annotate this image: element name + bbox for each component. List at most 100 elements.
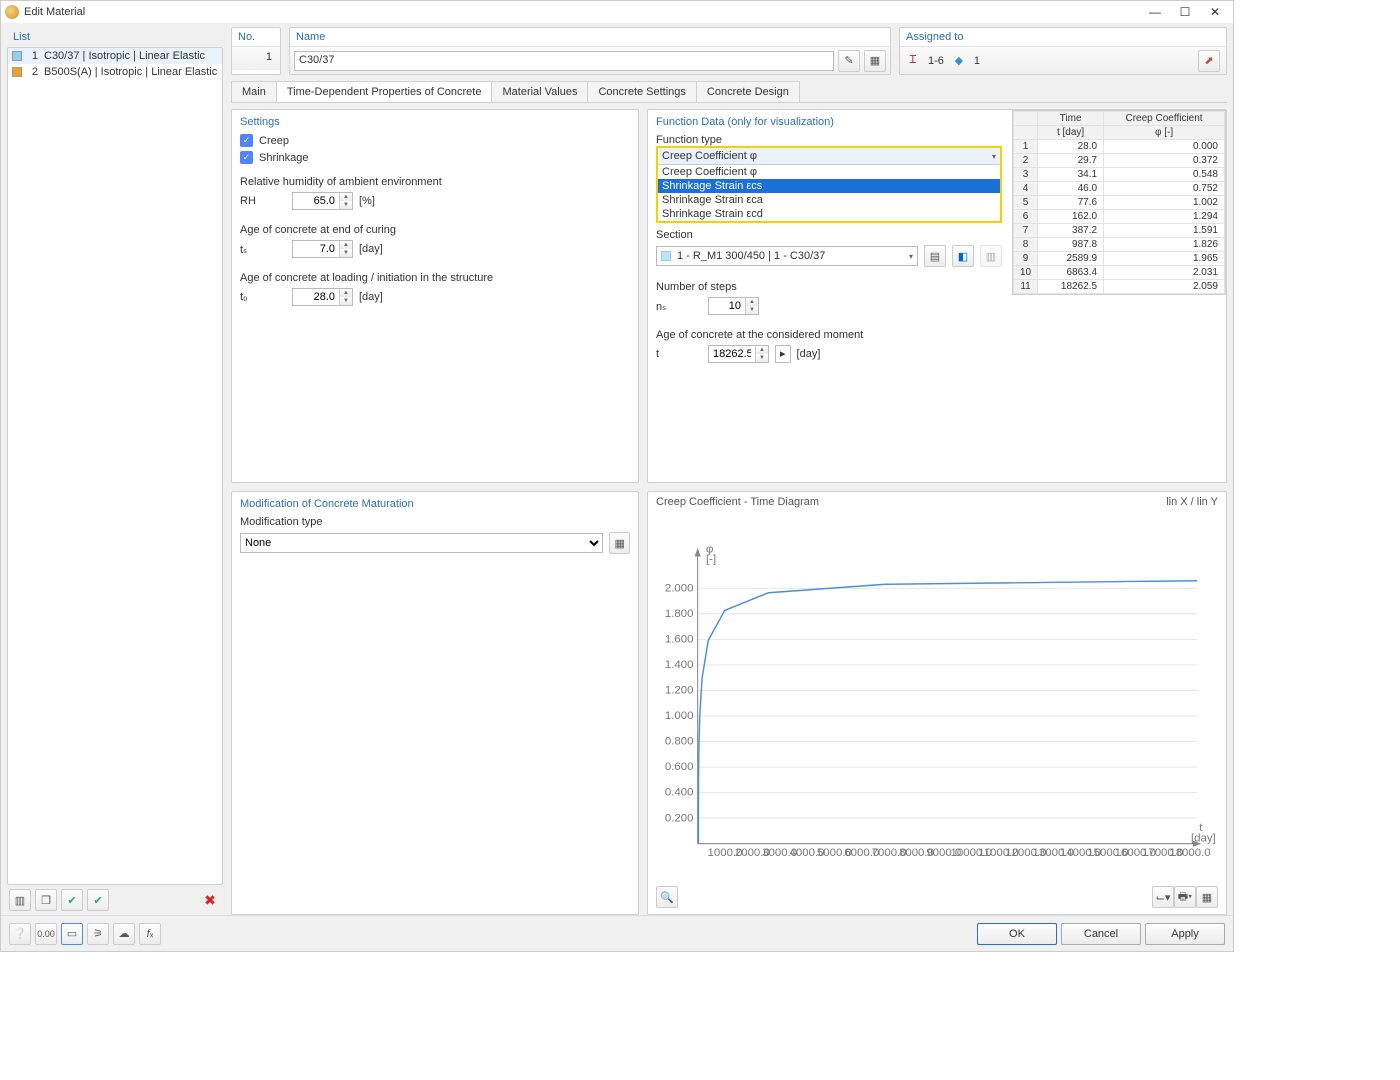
assigned-box: Assigned to Ꮖ 1-6 ◆ 1 ⬈ xyxy=(899,27,1227,75)
new-section-icon[interactable]: ▥ xyxy=(980,245,1002,267)
list-header: List xyxy=(7,27,223,47)
t-input[interactable]: ▲▼ xyxy=(708,345,769,363)
svg-text:1.800: 1.800 xyxy=(665,608,694,620)
svg-text:[-]: [-] xyxy=(706,554,716,566)
material-list[interactable]: 1 C30/37 | Isotropic | Linear Elastic 2 … xyxy=(7,47,223,885)
table-row[interactable]: 6162.01.294 xyxy=(1014,210,1225,224)
svg-text:1.600: 1.600 xyxy=(665,633,694,645)
dd-option[interactable]: Creep Coefficient φ xyxy=(658,165,1000,179)
assigned-surfaces: 1 xyxy=(974,55,980,67)
table-row[interactable]: 334.10.548 xyxy=(1014,168,1225,182)
member-icon: Ꮖ xyxy=(906,54,920,68)
color-swatch xyxy=(12,67,22,77)
print-icon[interactable]: 🖶▾ xyxy=(1174,886,1196,908)
tab-material-values[interactable]: Material Values xyxy=(491,81,588,102)
chart-title: Creep Coefficient - Time Diagram xyxy=(656,496,819,508)
cancel-button[interactable]: Cancel xyxy=(1061,923,1141,945)
svg-text:1.000: 1.000 xyxy=(665,710,694,722)
help-icon[interactable]: ❔ xyxy=(9,923,31,945)
view-1-icon[interactable]: ▭ xyxy=(61,923,83,945)
name-box: Name C30/37 ✎ ▦ xyxy=(289,27,891,75)
svg-text:1.200: 1.200 xyxy=(665,685,694,697)
section-select[interactable]: 1 - R_M1 300/450 | 1 - C30/37 ▾ xyxy=(656,246,918,266)
table-row[interactable]: 92589.91.965 xyxy=(1014,252,1225,266)
table-row[interactable]: 7387.21.591 xyxy=(1014,224,1225,238)
rh-input[interactable]: ▲▼ xyxy=(292,192,353,210)
table-row[interactable]: 8987.81.826 xyxy=(1014,238,1225,252)
name-input[interactable]: C30/37 xyxy=(294,51,834,71)
table-row[interactable]: 1118262.52.059 xyxy=(1014,280,1225,294)
settings-section: Settings ✓Creep ✓Shrinkage Relative humi… xyxy=(231,109,639,483)
table-row[interactable]: 229.70.372 xyxy=(1014,154,1225,168)
units-icon[interactable]: 0.00 xyxy=(35,923,57,945)
tab-concrete-settings[interactable]: Concrete Settings xyxy=(587,81,696,102)
table-row[interactable]: 128.00.000 xyxy=(1014,140,1225,154)
delete-icon[interactable]: ✖ xyxy=(199,889,221,911)
table-row[interactable]: 577.61.002 xyxy=(1014,196,1225,210)
titlebar: Edit Material — ☐ ✕ xyxy=(1,1,1233,23)
dd-option[interactable]: Shrinkage Strain εca xyxy=(658,193,1000,207)
close-button[interactable]: ✕ xyxy=(1201,3,1229,21)
export-chart-icon[interactable]: ▦ xyxy=(1196,886,1218,908)
tab-concrete-design[interactable]: Concrete Design xyxy=(696,81,800,102)
edit-material-dialog: Edit Material — ☐ ✕ List 1 C30/37 | Isot… xyxy=(0,0,1234,952)
app-icon xyxy=(5,5,19,19)
list-item[interactable]: 2 B500S(A) | Isotropic | Linear Elastic xyxy=(8,64,222,80)
color-palette-icon[interactable]: ▦ xyxy=(864,50,886,72)
edit-name-icon[interactable]: ✎ xyxy=(838,50,860,72)
tab-main[interactable]: Main xyxy=(231,81,277,102)
play-icon[interactable]: ▸ xyxy=(775,345,791,363)
steps-input[interactable]: ▲▼ xyxy=(708,297,759,315)
table-row[interactable]: 446.00.752 xyxy=(1014,182,1225,196)
section-swatch xyxy=(661,251,671,261)
chart-mode: lin X / lin Y xyxy=(1166,496,1218,508)
dd-option[interactable]: Shrinkage Strain εcs xyxy=(658,179,1000,193)
table-row[interactable]: 106863.42.031 xyxy=(1014,266,1225,280)
ts-input[interactable]: ▲▼ xyxy=(292,240,353,258)
section-info-icon[interactable]: ◧ xyxy=(952,245,974,267)
t0-input[interactable]: ▲▼ xyxy=(292,288,353,306)
color-swatch xyxy=(12,51,22,61)
axis-mode-icon[interactable]: ⌙▾ xyxy=(1152,886,1174,908)
view-2-icon[interactable]: ⚞ xyxy=(87,923,109,945)
chart-panel: Creep Coefficient - Time Diagram lin X /… xyxy=(647,491,1227,915)
library-icon[interactable]: ▤ xyxy=(924,245,946,267)
pick-icon[interactable]: ⬈ xyxy=(1198,50,1220,72)
ok-button[interactable]: OK xyxy=(977,923,1057,945)
dd-option[interactable]: Shrinkage Strain εcd xyxy=(658,207,1000,221)
creep-checkbox[interactable]: ✓ xyxy=(240,134,253,147)
function-icon[interactable]: fₓ xyxy=(139,923,161,945)
creep-chart: φ [-] t [day] 0.2000.4000.6000.8001.0001… xyxy=(656,510,1218,886)
list-item[interactable]: 1 C30/37 | Isotropic | Linear Elastic xyxy=(8,48,222,64)
apply-button[interactable]: Apply xyxy=(1145,923,1225,945)
modification-section: Modification of Concrete Maturation Modi… xyxy=(231,491,639,915)
no-box: No. 1 xyxy=(231,27,281,75)
function-type-dropdown[interactable]: Creep Coefficient φ▾ Creep Coefficient φ… xyxy=(656,146,1002,223)
maximize-button[interactable]: ☐ xyxy=(1171,3,1199,21)
shrinkage-checkbox[interactable]: ✓ xyxy=(240,151,253,164)
svg-text:2.000: 2.000 xyxy=(665,582,694,594)
minimize-button[interactable]: — xyxy=(1141,3,1169,21)
footer: ❔ 0.00 ▭ ⚞ ☁ fₓ OK Cancel Apply xyxy=(1,915,1233,951)
svg-text:0.400: 0.400 xyxy=(665,787,694,799)
svg-text:0.600: 0.600 xyxy=(665,761,694,773)
check-include-icon[interactable]: ✔ xyxy=(61,889,83,911)
zoom-icon[interactable]: 🔍 xyxy=(656,886,678,908)
surface-icon: ◆ xyxy=(952,54,966,68)
svg-text:18000.0: 18000.0 xyxy=(1169,847,1210,859)
svg-text:0.200: 0.200 xyxy=(665,812,694,824)
assigned-members: 1-6 xyxy=(928,55,944,67)
no-value: 1 xyxy=(232,46,280,70)
modification-type-select[interactable]: None xyxy=(240,533,603,553)
svg-text:1.400: 1.400 xyxy=(665,659,694,671)
svg-text:[day]: [day] xyxy=(1191,833,1216,845)
new-icon[interactable]: ▥ xyxy=(9,889,31,911)
calendar-icon[interactable]: ▦ xyxy=(609,532,630,554)
copy-icon[interactable]: ❐ xyxy=(35,889,57,911)
function-data-section: Function Data (only for visualization) F… xyxy=(647,109,1227,483)
tab-bar: Main Time-Dependent Properties of Concre… xyxy=(231,81,1227,103)
view-3-icon[interactable]: ☁ xyxy=(113,923,135,945)
data-table: TimeCreep Coefficient t [day]φ [-] 128.0… xyxy=(1012,110,1226,295)
tab-time-dependent[interactable]: Time-Dependent Properties of Concrete xyxy=(276,81,493,102)
check-exclude-icon[interactable]: ✔ xyxy=(87,889,109,911)
